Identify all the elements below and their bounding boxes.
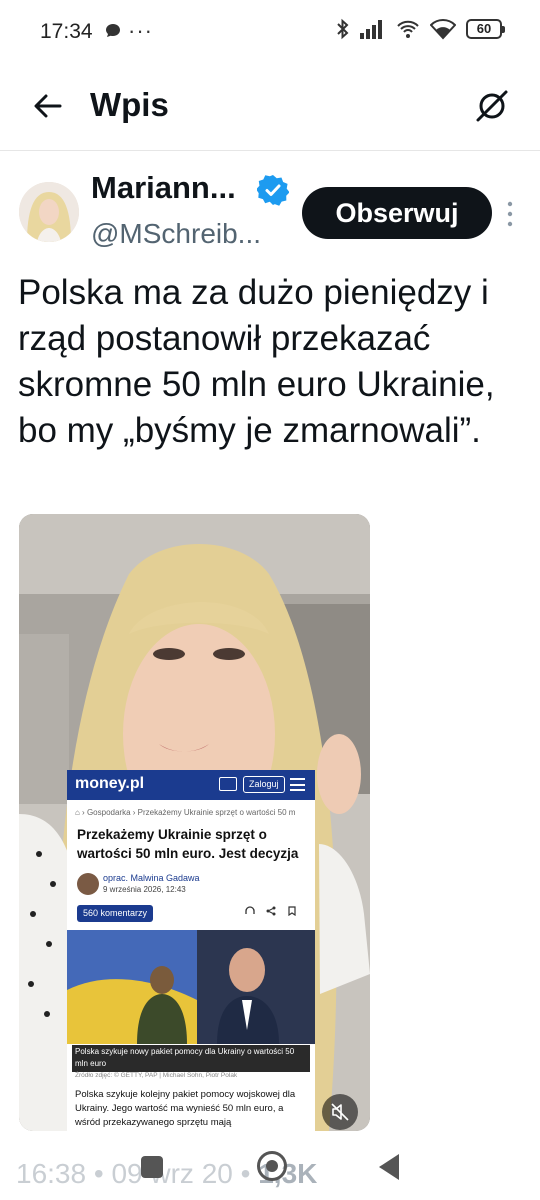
page-title: Wpis xyxy=(90,86,169,123)
back-triangle-icon[interactable] xyxy=(379,1154,399,1180)
mail-icon xyxy=(219,777,237,791)
status-time: 17:34 xyxy=(40,20,93,43)
follow-button[interactable]: Obserwuj xyxy=(302,187,492,239)
chat-bubble-icon xyxy=(106,24,120,37)
recent-apps-icon[interactable] xyxy=(141,1156,163,1178)
article-logo: money.pl xyxy=(75,775,145,792)
wifi-call-icon xyxy=(397,20,419,38)
article-body: Polska szykuje kolejny pakiet pomocy woj… xyxy=(75,1089,296,1128)
avatar-image xyxy=(19,182,79,242)
article-login-button: Zaloguj xyxy=(243,776,285,793)
article-author-avatar xyxy=(77,873,99,895)
header-divider xyxy=(0,150,540,151)
author-name[interactable]: Mariann... xyxy=(91,170,236,206)
back-button[interactable] xyxy=(30,88,66,124)
more-options-icon[interactable] xyxy=(500,198,520,230)
article-author: oprac. Malwina Gadawa xyxy=(103,873,200,883)
bluetooth-icon xyxy=(337,18,349,40)
bookmark-icon xyxy=(288,906,296,917)
battery-icon: 60 xyxy=(466,19,505,39)
tweet-text: Polska ma za dużo pieniędzy i rząd posta… xyxy=(18,273,495,450)
author-handle[interactable]: @MSchreib... xyxy=(91,218,261,250)
article-action-icons xyxy=(245,906,297,919)
article-date: 9 września 2026, 12:43 xyxy=(103,885,186,894)
arrow-left-icon xyxy=(34,94,62,118)
signal-icon xyxy=(360,20,382,39)
avatar[interactable] xyxy=(19,182,79,242)
share-icon xyxy=(266,906,276,916)
top-app-bar: Wpis xyxy=(0,66,540,146)
article-photo-caption: Polska szykuje nowy pakiet pomocy dla Uk… xyxy=(72,1045,310,1072)
article-photo-source: Źródło zdjęć: © GETTY, PAP | Michael Soh… xyxy=(75,1072,238,1079)
home-icon[interactable] xyxy=(257,1151,287,1181)
headphones-icon xyxy=(245,906,255,914)
embedded-article: money.pl Zaloguj ⌂ › Gospodarka › Przeka… xyxy=(67,770,315,1131)
wifi-icon xyxy=(430,19,456,40)
mute-button[interactable] xyxy=(322,1094,358,1130)
article-topbar: money.pl Zaloguj xyxy=(67,770,315,800)
status-icons: 60 xyxy=(336,18,505,40)
article-comments-badge: 560 komentarzy xyxy=(77,905,154,922)
article-photo xyxy=(67,930,315,1044)
article-breadcrumb: ⌂ › Gospodarka › Przekażemy Ukrainie spr… xyxy=(75,808,296,817)
hamburger-icon xyxy=(290,778,305,791)
muted-speaker-icon xyxy=(331,1103,349,1121)
status-bar: 17:34 ··· 60 xyxy=(0,0,540,66)
verified-badge-icon xyxy=(257,174,289,206)
status-overflow: ··· xyxy=(128,18,153,43)
article-headline: Przekażemy Ukrainie sprzęt o wartości 50… xyxy=(77,827,299,861)
system-nav-bar xyxy=(0,1146,540,1200)
grok-icon[interactable] xyxy=(472,86,512,126)
